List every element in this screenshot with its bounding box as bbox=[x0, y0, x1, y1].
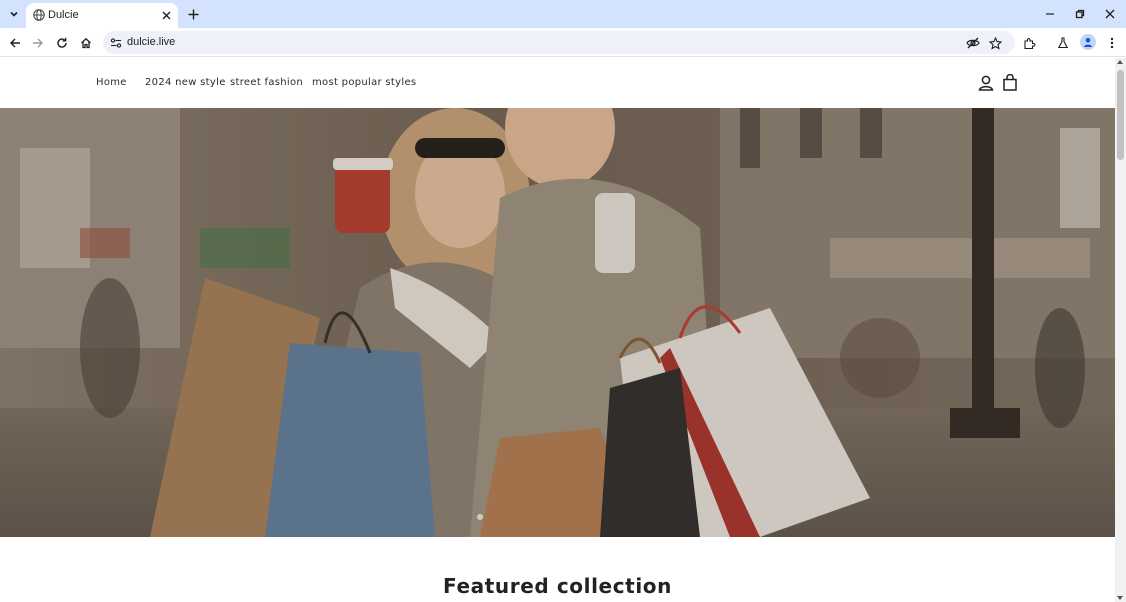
scroll-up-arrow-icon[interactable] bbox=[1117, 60, 1123, 64]
nav-home[interactable]: Home bbox=[96, 77, 127, 88]
slideshow-dot[interactable] bbox=[477, 514, 483, 520]
nav-2024-new-style[interactable]: 2024 new style bbox=[145, 77, 226, 88]
cart-bag-icon[interactable] bbox=[1001, 74, 1019, 92]
scroll-thumb[interactable] bbox=[1117, 70, 1124, 160]
account-icon[interactable] bbox=[977, 74, 995, 92]
minimize-icon[interactable] bbox=[1040, 4, 1060, 24]
url-text[interactable]: dulcie.live bbox=[127, 36, 175, 48]
reload-icon[interactable] bbox=[52, 33, 72, 53]
globe-icon bbox=[33, 9, 45, 21]
tab-title: Dulcie bbox=[48, 9, 79, 21]
tab-list-icon[interactable] bbox=[4, 4, 24, 24]
scroll-down-arrow-icon[interactable] bbox=[1117, 596, 1123, 600]
featured-collection-heading: Featured collection bbox=[443, 574, 672, 598]
labs-icon[interactable] bbox=[1053, 33, 1073, 53]
browser-tab[interactable]: Dulcie bbox=[26, 3, 178, 28]
close-icon[interactable] bbox=[158, 7, 174, 23]
hero-banner bbox=[0, 108, 1115, 537]
address-bar[interactable]: dulcie.live bbox=[103, 31, 1015, 54]
star-icon[interactable] bbox=[987, 35, 1003, 51]
site-info-icon[interactable] bbox=[109, 36, 123, 50]
back-icon[interactable] bbox=[5, 33, 25, 53]
web-page: Home 2024 new style street fashion most … bbox=[0, 58, 1115, 602]
browser-toolbar: dulcie.live bbox=[0, 28, 1126, 57]
browser-tab-strip: Dulcie bbox=[0, 0, 1126, 28]
home-icon[interactable] bbox=[76, 33, 96, 53]
close-window-icon[interactable] bbox=[1100, 4, 1120, 24]
site-header: Home 2024 new style street fashion most … bbox=[0, 58, 1115, 108]
forward-icon[interactable] bbox=[28, 33, 48, 53]
eye-off-icon[interactable] bbox=[965, 35, 981, 51]
more-icon[interactable] bbox=[1102, 33, 1122, 53]
nav-most-popular-styles[interactable]: most popular styles bbox=[312, 77, 416, 88]
hero-image bbox=[0, 108, 1115, 537]
extensions-icon[interactable] bbox=[1019, 33, 1039, 53]
plus-icon[interactable] bbox=[184, 5, 202, 23]
nav-street-fashion[interactable]: street fashion bbox=[230, 77, 303, 88]
restore-icon[interactable] bbox=[1070, 4, 1090, 24]
page-scrollbar[interactable] bbox=[1115, 58, 1126, 602]
profile-icon[interactable] bbox=[1080, 34, 1096, 50]
